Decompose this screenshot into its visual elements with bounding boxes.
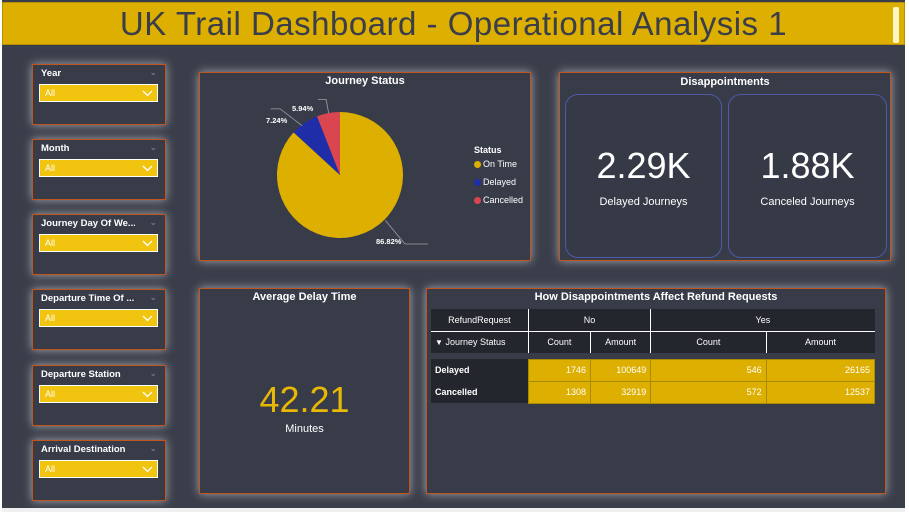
chevron-down-icon [142, 391, 153, 398]
slicer-label: Month [41, 143, 70, 154]
header-amount: Amount [766, 331, 875, 353]
dashboard-title: UK Trail Dashboard - Operational Analysi… [119, 4, 788, 42]
canceled-journeys-kpi: 1.88K Canceled Journeys [728, 94, 887, 258]
pie-label-delayed: 7.24% [266, 116, 288, 125]
header-count: Count [650, 331, 767, 353]
header-no: No [528, 309, 652, 332]
slicer-label: Departure Station [41, 369, 121, 380]
slicer-label: Year [41, 68, 62, 79]
average-delay-value: 42.21 [259, 379, 350, 420]
table-row[interactable]: Delayed 1746 100649 546 26165 [431, 358, 876, 382]
chevron-down-icon[interactable]: ⌄ [149, 142, 157, 153]
legend-title: Status [474, 145, 502, 155]
average-delay-title: Average Delay Time [252, 291, 357, 303]
slicer-label: Departure Time Of ... [41, 293, 135, 304]
matrix-header-row: RefundRequest No Yes [431, 309, 875, 332]
slicer-label: Arrival Destination [41, 444, 126, 455]
slicer-departure-time: Departure Time Of ... ⌄ All [32, 289, 166, 350]
arrival-destination-dropdown[interactable]: All [39, 460, 158, 478]
dropdown-value: All [45, 389, 56, 399]
year-dropdown[interactable]: All [39, 84, 158, 102]
dropdown-value: All [45, 238, 56, 248]
kpi-caption: Canceled Journeys [760, 196, 855, 208]
chevron-down-icon [142, 90, 153, 97]
refund-matrix-table: RefundRequest No Yes ▼ Journey Status Co… [431, 309, 876, 404]
header-amount: Amount [590, 331, 652, 353]
header-refund-request: RefundRequest [431, 309, 529, 332]
kpi-caption: Delayed Journeys [599, 196, 688, 208]
header-count: Count [528, 331, 592, 353]
slicer-month: Month ⌄ All [32, 139, 166, 200]
disappointments-title: Disappointments [680, 76, 770, 88]
refund-requests-card: How Disappointments Affect Refund Reques… [426, 288, 886, 494]
dropdown-value: All [45, 313, 56, 323]
chevron-down-icon [142, 165, 153, 172]
slicer-departure-station: Departure Station ⌄ All [32, 365, 166, 426]
pie-label-cancelled: 5.94% [292, 104, 314, 113]
dashboard-canvas: UK Trail Dashboard - Operational Analysi… [2, 0, 905, 508]
header-yes: Yes [650, 309, 875, 332]
legend-item-cancelled[interactable]: Cancelled [474, 195, 523, 205]
cell-value: 546 [650, 358, 767, 382]
legend-item-delayed[interactable]: Delayed [474, 177, 516, 187]
cell-value: 572 [650, 380, 767, 404]
slicer-year: Year ⌄ All [32, 64, 166, 125]
legend-item-on-time[interactable]: On Time [474, 159, 517, 169]
refund-requests-title: How Disappointments Affect Refund Reques… [534, 291, 778, 303]
kpi-value: 1.88K [760, 145, 855, 186]
journey-status-card: Journey Status 86.82% 7.24% 5.94% Status… [199, 72, 531, 261]
month-dropdown[interactable]: All [39, 159, 158, 177]
cell-value: 26165 [765, 358, 876, 382]
matrix-subheader-row: ▼ Journey Status Count Amount Count Amou… [431, 331, 875, 353]
departure-station-dropdown[interactable]: All [39, 385, 158, 403]
cell-value: 100649 [590, 358, 652, 382]
journey-status-title: Journey Status [325, 75, 405, 87]
cell-value: 12537 [765, 380, 876, 404]
bottom-strip [2, 508, 905, 512]
title-scrollbar[interactable] [893, 7, 899, 43]
chevron-down-icon [142, 315, 153, 322]
chevron-down-icon [142, 240, 153, 247]
header-journey-status[interactable]: ▼ Journey Status [431, 331, 529, 353]
cell-value: 1746 [527, 358, 592, 382]
leader-line-cancelled [317, 99, 330, 114]
cell-value: 32919 [590, 380, 652, 404]
table-row[interactable]: Cancelled 1308 32919 572 12537 [431, 380, 876, 404]
slicer-arrival-destination: Arrival Destination ⌄ All [32, 440, 166, 501]
dashboard-title-bar: UK Trail Dashboard - Operational Analysi… [2, 2, 905, 45]
sort-down-icon[interactable]: ▼ [435, 338, 443, 347]
departure-time-dropdown[interactable]: All [39, 309, 158, 327]
average-delay-unit: Minutes [285, 423, 324, 435]
disappointments-card: Disappointments 2.29K Delayed Journeys 1… [559, 72, 891, 261]
row-status: Delayed [431, 359, 529, 381]
kpi-value: 2.29K [596, 145, 691, 186]
delayed-journeys-kpi: 2.29K Delayed Journeys [565, 94, 722, 258]
dropdown-value: All [45, 88, 56, 98]
slicer-label: Journey Day Of We... [41, 218, 135, 229]
chevron-down-icon[interactable]: ⌄ [149, 292, 157, 303]
dropdown-value: All [45, 163, 56, 173]
average-delay-card: Average Delay Time 42.21 Minutes [199, 288, 410, 494]
pie-label-on-time: 86.82% [376, 237, 402, 246]
slicer-journey-day: Journey Day Of We... ⌄ All [32, 214, 166, 275]
chevron-down-icon[interactable]: ⌄ [149, 443, 157, 454]
chevron-down-icon[interactable]: ⌄ [149, 67, 157, 78]
cell-value: 1308 [527, 380, 592, 404]
chevron-down-icon[interactable]: ⌄ [149, 368, 157, 379]
chevron-down-icon[interactable]: ⌄ [149, 217, 157, 228]
chevron-down-icon [142, 466, 153, 473]
journey-day-dropdown[interactable]: All [39, 234, 158, 252]
dropdown-value: All [45, 464, 56, 474]
row-status: Cancelled [431, 381, 529, 403]
